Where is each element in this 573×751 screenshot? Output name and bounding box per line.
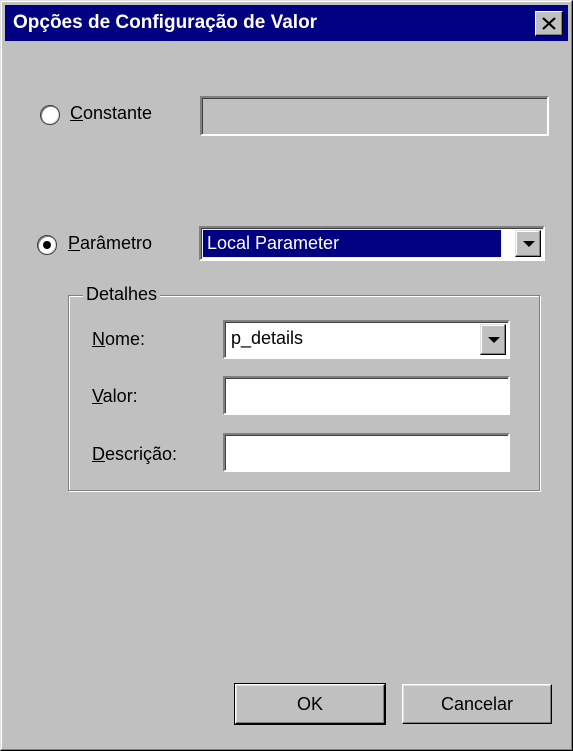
nome-value: p_details xyxy=(231,328,304,348)
parametro-label[interactable]: Parâmetro xyxy=(68,233,152,254)
selected-option-highlight: Local Parameter xyxy=(202,229,502,258)
nome-label: Nome: xyxy=(92,329,146,349)
close-button[interactable] xyxy=(535,11,563,36)
parameter-type-dropdown-button[interactable] xyxy=(515,230,541,257)
parameter-type-select[interactable]: Local Parameter xyxy=(199,226,545,261)
title-bar[interactable]: Opções de Configuração de Valor xyxy=(5,5,568,41)
descricao-label: Descrição: xyxy=(92,444,178,464)
ok-button[interactable]: OK xyxy=(234,683,386,725)
close-icon xyxy=(542,17,556,30)
valor-label: Valor: xyxy=(92,386,138,406)
descricao-input[interactable] xyxy=(223,433,510,472)
parametro-radio[interactable] xyxy=(37,235,57,255)
chevron-down-icon xyxy=(488,337,500,343)
nome-dropdown-button[interactable] xyxy=(480,324,506,355)
radio-selected-dot xyxy=(43,241,51,249)
value-config-dialog: Opções de Configuração de Valor Constant… xyxy=(0,0,573,751)
nome-select[interactable]: p_details xyxy=(223,320,510,359)
constante-label[interactable]: Constante xyxy=(70,103,152,124)
chevron-down-icon xyxy=(523,241,535,247)
details-title: Detalhes xyxy=(83,284,161,305)
constante-field[interactable] xyxy=(200,96,549,136)
constante-radio[interactable] xyxy=(40,105,60,125)
cancel-button[interactable]: Cancelar xyxy=(402,684,552,724)
valor-input[interactable] xyxy=(223,376,510,415)
parameter-type-value: Local Parameter xyxy=(207,233,340,253)
dialog-title: Opções de Configuração de Valor xyxy=(13,12,318,33)
